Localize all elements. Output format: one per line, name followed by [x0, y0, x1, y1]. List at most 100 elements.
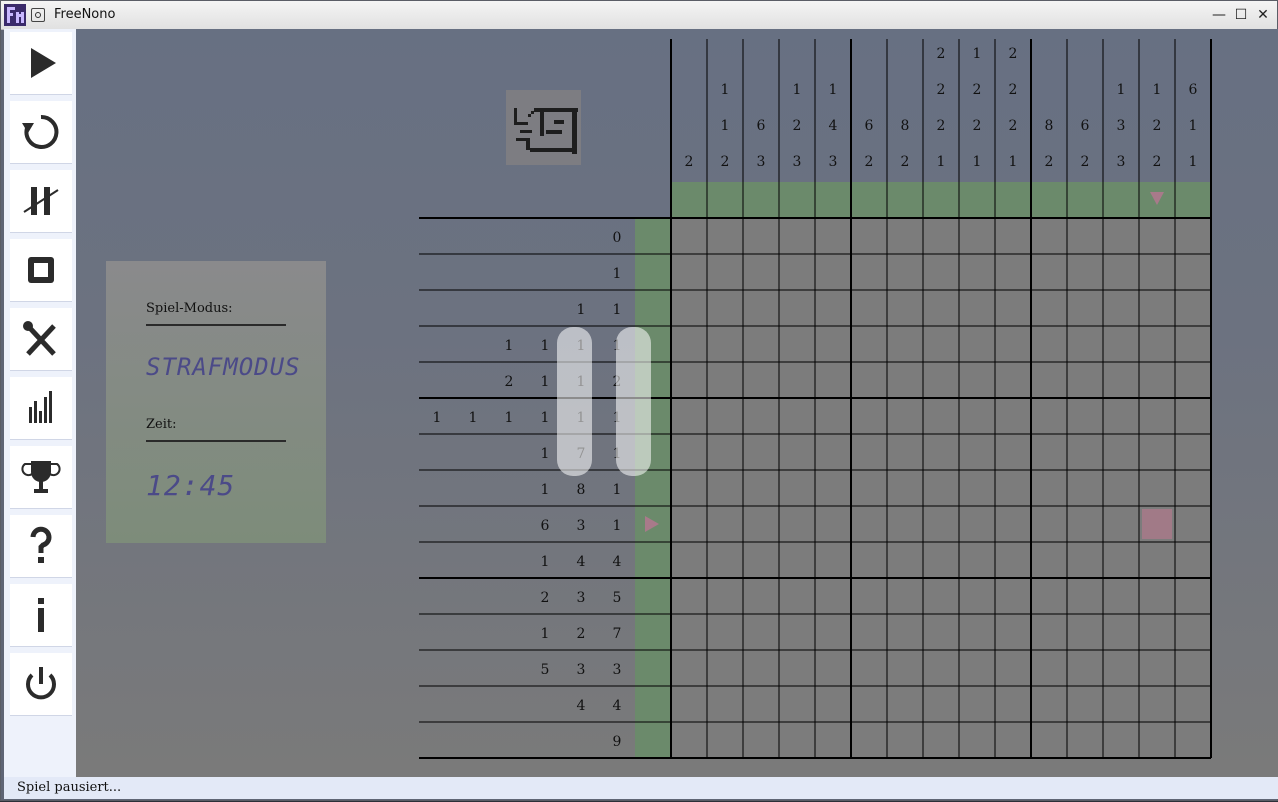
grid-cell[interactable]	[1067, 722, 1103, 758]
marked-cell[interactable]	[1142, 509, 1172, 539]
grid-cell[interactable]	[851, 362, 887, 398]
grid-cell[interactable]	[815, 722, 851, 758]
grid-cell[interactable]	[1139, 398, 1175, 434]
grid-cell[interactable]	[1067, 470, 1103, 506]
grid-cell[interactable]	[707, 254, 743, 290]
grid-cell[interactable]	[1139, 362, 1175, 398]
grid-cell[interactable]	[743, 254, 779, 290]
grid-cell[interactable]	[707, 506, 743, 542]
grid-cell[interactable]	[1067, 290, 1103, 326]
grid-cell[interactable]	[1067, 254, 1103, 290]
grid-cell[interactable]	[1175, 470, 1211, 506]
grid-cell[interactable]	[959, 542, 995, 578]
grid-cell[interactable]	[1139, 614, 1175, 650]
grid-cell[interactable]	[815, 506, 851, 542]
grid-cell[interactable]	[851, 470, 887, 506]
grid-cell[interactable]	[887, 362, 923, 398]
grid-cell[interactable]	[779, 722, 815, 758]
grid-cell[interactable]	[671, 362, 707, 398]
grid-cell[interactable]	[887, 470, 923, 506]
grid-cell[interactable]	[671, 218, 707, 254]
grid-cell[interactable]	[995, 398, 1031, 434]
grid-cell[interactable]	[1103, 326, 1139, 362]
grid-cell[interactable]	[1031, 542, 1067, 578]
grid-cell[interactable]	[1103, 722, 1139, 758]
grid-cell[interactable]	[923, 542, 959, 578]
grid-cell[interactable]	[1139, 650, 1175, 686]
grid-cell[interactable]	[1175, 686, 1211, 722]
grid-cell[interactable]	[1175, 326, 1211, 362]
grid-cell[interactable]	[1031, 722, 1067, 758]
grid-cell[interactable]	[1031, 686, 1067, 722]
grid-cell[interactable]	[923, 362, 959, 398]
grid-cell[interactable]	[1031, 614, 1067, 650]
grid-cell[interactable]	[1103, 614, 1139, 650]
grid-cell[interactable]	[959, 506, 995, 542]
grid-cell[interactable]	[959, 434, 995, 470]
grid-cell[interactable]	[815, 578, 851, 614]
grid-cell[interactable]	[815, 254, 851, 290]
grid-cell[interactable]	[1067, 398, 1103, 434]
grid-cell[interactable]	[743, 614, 779, 650]
grid-cell[interactable]	[851, 614, 887, 650]
grid-cell[interactable]	[1103, 218, 1139, 254]
grid-cell[interactable]	[995, 650, 1031, 686]
grid-cell[interactable]	[707, 290, 743, 326]
grid-cell[interactable]	[959, 650, 995, 686]
grid-cell[interactable]	[671, 326, 707, 362]
grid-cell[interactable]	[959, 722, 995, 758]
grid-cell[interactable]	[923, 722, 959, 758]
grid-cell[interactable]	[1031, 398, 1067, 434]
grid-cell[interactable]	[707, 218, 743, 254]
grid-cell[interactable]	[887, 218, 923, 254]
grid-cell[interactable]	[707, 326, 743, 362]
grid-cell[interactable]	[1067, 326, 1103, 362]
grid-cell[interactable]	[995, 434, 1031, 470]
grid-cell[interactable]	[779, 470, 815, 506]
grid-cell[interactable]	[1103, 542, 1139, 578]
grid-cell[interactable]	[1103, 398, 1139, 434]
grid-cell[interactable]	[887, 434, 923, 470]
grid-cell[interactable]	[671, 686, 707, 722]
grid-cell[interactable]	[923, 434, 959, 470]
grid-cell[interactable]	[1139, 434, 1175, 470]
grid-cell[interactable]	[1031, 326, 1067, 362]
grid-cell[interactable]	[995, 614, 1031, 650]
grid-cell[interactable]	[707, 434, 743, 470]
grid-cell[interactable]	[743, 542, 779, 578]
grid-cell[interactable]	[923, 218, 959, 254]
grid-cell[interactable]	[671, 722, 707, 758]
grid-cell[interactable]	[1139, 326, 1175, 362]
grid-cell[interactable]	[815, 290, 851, 326]
grid-cell[interactable]	[671, 614, 707, 650]
grid-cell[interactable]	[671, 578, 707, 614]
grid-cell[interactable]	[923, 650, 959, 686]
grid-cell[interactable]	[1175, 542, 1211, 578]
grid-cell[interactable]	[743, 434, 779, 470]
grid-cell[interactable]	[887, 290, 923, 326]
grid-cell[interactable]	[923, 470, 959, 506]
grid-cell[interactable]	[707, 542, 743, 578]
grid-cell[interactable]	[1031, 650, 1067, 686]
grid-cell[interactable]	[959, 578, 995, 614]
grid-cell[interactable]	[959, 290, 995, 326]
grid-cell[interactable]	[959, 362, 995, 398]
grid-cell[interactable]	[743, 650, 779, 686]
grid-cell[interactable]	[707, 614, 743, 650]
grid-cell[interactable]	[743, 398, 779, 434]
grid-cell[interactable]	[995, 578, 1031, 614]
grid-cell[interactable]	[815, 614, 851, 650]
grid-cell[interactable]	[1031, 578, 1067, 614]
grid-cell[interactable]	[1175, 614, 1211, 650]
grid-cell[interactable]	[707, 470, 743, 506]
grid-cell[interactable]	[995, 326, 1031, 362]
grid-cell[interactable]	[1031, 362, 1067, 398]
grid-cell[interactable]	[959, 398, 995, 434]
grid-cell[interactable]	[1175, 254, 1211, 290]
grid-cell[interactable]	[995, 362, 1031, 398]
grid-cell[interactable]	[1103, 578, 1139, 614]
grid-cell[interactable]	[1067, 362, 1103, 398]
grid-cell[interactable]	[995, 254, 1031, 290]
grid-cell[interactable]	[1139, 542, 1175, 578]
grid-cell[interactable]	[779, 254, 815, 290]
